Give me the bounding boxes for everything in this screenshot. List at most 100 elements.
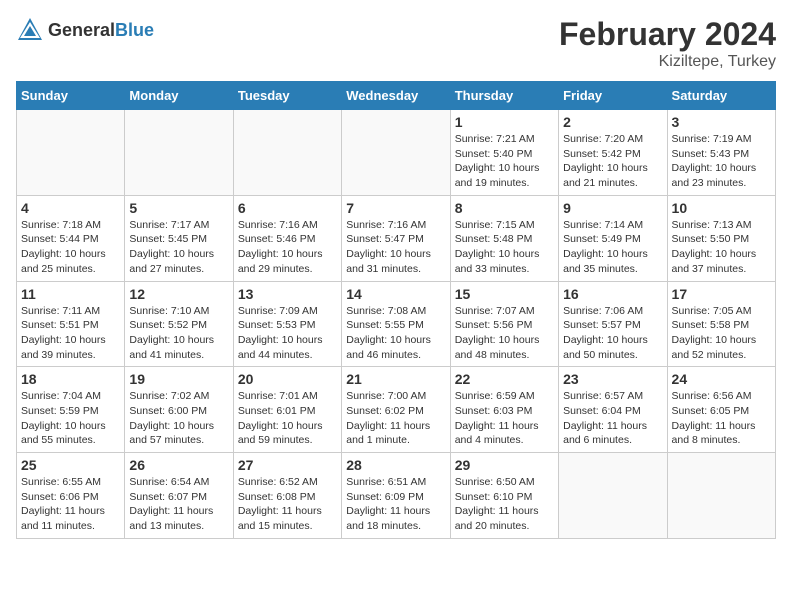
calendar-cell: 10 Sunrise: 7:13 AMSunset: 5:50 PMDayligh… [667, 195, 775, 281]
calendar-cell: 12 Sunrise: 7:10 AMSunset: 5:52 PMDayligh… [125, 281, 233, 367]
calendar-cell: 11 Sunrise: 7:11 AMSunset: 5:51 PMDayligh… [17, 281, 125, 367]
day-info: Sunrise: 6:56 AMSunset: 6:05 PMDaylight:… [672, 389, 771, 448]
day-number: 18 [21, 371, 120, 387]
calendar-cell: 21 Sunrise: 7:00 AMSunset: 6:02 PMDayligh… [342, 367, 450, 453]
day-number: 6 [238, 200, 337, 216]
calendar-cell: 20 Sunrise: 7:01 AMSunset: 6:01 PMDayligh… [233, 367, 341, 453]
calendar-cell: 24 Sunrise: 6:56 AMSunset: 6:05 PMDayligh… [667, 367, 775, 453]
main-title: February 2024 [559, 16, 776, 53]
day-number: 15 [455, 286, 554, 302]
calendar-cell [125, 110, 233, 196]
day-info: Sunrise: 7:01 AMSunset: 6:01 PMDaylight:… [238, 389, 337, 448]
day-info: Sunrise: 6:52 AMSunset: 6:08 PMDaylight:… [238, 475, 337, 534]
calendar-cell: 22Sunrise: 6:59 AMSunset: 6:03 PMDayligh… [450, 367, 558, 453]
day-number: 19 [129, 371, 228, 387]
weekday-header-saturday: Saturday [667, 82, 775, 110]
day-info: Sunrise: 6:59 AMSunset: 6:03 PMDaylight:… [455, 389, 554, 448]
weekday-header-monday: Monday [125, 82, 233, 110]
day-number: 7 [346, 200, 445, 216]
day-info: Sunrise: 7:09 AMSunset: 5:53 PMDaylight:… [238, 304, 337, 363]
logo-general: General [48, 20, 115, 40]
day-info: Sunrise: 7:10 AMSunset: 5:52 PMDaylight:… [129, 304, 228, 363]
calendar-cell: 14Sunrise: 7:08 AMSunset: 5:55 PMDayligh… [342, 281, 450, 367]
calendar-cell [233, 110, 341, 196]
day-info: Sunrise: 6:55 AMSunset: 6:06 PMDaylight:… [21, 475, 120, 534]
calendar-cell: 6 Sunrise: 7:16 AMSunset: 5:46 PMDaylight… [233, 195, 341, 281]
day-number: 17 [672, 286, 771, 302]
calendar-cell: 29 Sunrise: 6:50 AMSunset: 6:10 PMDayligh… [450, 453, 558, 539]
logo-blue: Blue [115, 20, 154, 40]
calendar-cell: 13 Sunrise: 7:09 AMSunset: 5:53 PMDayligh… [233, 281, 341, 367]
week-row-5: 25 Sunrise: 6:55 AMSunset: 6:06 PMDayligh… [17, 453, 776, 539]
day-number: 25 [21, 457, 120, 473]
day-info: Sunrise: 7:16 AMSunset: 5:46 PMDaylight:… [238, 218, 337, 277]
day-info: Sunrise: 7:00 AMSunset: 6:02 PMDaylight:… [346, 389, 445, 448]
day-number: 5 [129, 200, 228, 216]
day-number: 3 [672, 114, 771, 130]
day-info: Sunrise: 6:57 AMSunset: 6:04 PMDaylight:… [563, 389, 662, 448]
weekday-header-row: SundayMondayTuesdayWednesdayThursdayFrid… [17, 82, 776, 110]
day-info: Sunrise: 7:21 AMSunset: 5:40 PMDaylight:… [455, 132, 554, 191]
calendar-cell: 25 Sunrise: 6:55 AMSunset: 6:06 PMDayligh… [17, 453, 125, 539]
day-number: 2 [563, 114, 662, 130]
day-info: Sunrise: 7:16 AMSunset: 5:47 PMDaylight:… [346, 218, 445, 277]
calendar-cell: 9Sunrise: 7:14 AMSunset: 5:49 PMDaylight… [559, 195, 667, 281]
day-number: 10 [672, 200, 771, 216]
day-number: 28 [346, 457, 445, 473]
title-block: February 2024 Kiziltepe, Turkey [559, 16, 776, 71]
page-header: GeneralBlue February 2024 Kiziltepe, Tur… [16, 16, 776, 71]
day-number: 20 [238, 371, 337, 387]
day-info: Sunrise: 7:04 AMSunset: 5:59 PMDaylight:… [21, 389, 120, 448]
calendar-cell: 17Sunrise: 7:05 AMSunset: 5:58 PMDayligh… [667, 281, 775, 367]
day-number: 8 [455, 200, 554, 216]
day-info: Sunrise: 7:18 AMSunset: 5:44 PMDaylight:… [21, 218, 120, 277]
weekday-header-friday: Friday [559, 82, 667, 110]
day-number: 12 [129, 286, 228, 302]
calendar-cell [17, 110, 125, 196]
calendar-cell: 16Sunrise: 7:06 AMSunset: 5:57 PMDayligh… [559, 281, 667, 367]
calendar-cell [667, 453, 775, 539]
day-info: Sunrise: 7:11 AMSunset: 5:51 PMDaylight:… [21, 304, 120, 363]
day-info: Sunrise: 7:17 AMSunset: 5:45 PMDaylight:… [129, 218, 228, 277]
day-number: 9 [563, 200, 662, 216]
day-number: 11 [21, 286, 120, 302]
day-info: Sunrise: 6:50 AMSunset: 6:10 PMDaylight:… [455, 475, 554, 534]
calendar-cell: 5 Sunrise: 7:17 AMSunset: 5:45 PMDaylight… [125, 195, 233, 281]
week-row-3: 11 Sunrise: 7:11 AMSunset: 5:51 PMDayligh… [17, 281, 776, 367]
calendar-cell: 23 Sunrise: 6:57 AMSunset: 6:04 PMDayligh… [559, 367, 667, 453]
day-number: 16 [563, 286, 662, 302]
day-info: Sunrise: 7:13 AMSunset: 5:50 PMDaylight:… [672, 218, 771, 277]
calendar-cell [559, 453, 667, 539]
calendar-cell: 1 Sunrise: 7:21 AMSunset: 5:40 PMDaylight… [450, 110, 558, 196]
day-number: 23 [563, 371, 662, 387]
day-number: 4 [21, 200, 120, 216]
weekday-header-tuesday: Tuesday [233, 82, 341, 110]
week-row-2: 4 Sunrise: 7:18 AMSunset: 5:44 PMDaylight… [17, 195, 776, 281]
day-info: Sunrise: 7:07 AMSunset: 5:56 PMDaylight:… [455, 304, 554, 363]
logo: GeneralBlue [16, 16, 154, 44]
weekday-header-thursday: Thursday [450, 82, 558, 110]
day-number: 24 [672, 371, 771, 387]
week-row-1: 1 Sunrise: 7:21 AMSunset: 5:40 PMDaylight… [17, 110, 776, 196]
day-info: Sunrise: 6:51 AMSunset: 6:09 PMDaylight:… [346, 475, 445, 534]
logo-icon [16, 16, 44, 44]
day-info: Sunrise: 7:02 AMSunset: 6:00 PMDaylight:… [129, 389, 228, 448]
calendar-cell: 27 Sunrise: 6:52 AMSunset: 6:08 PMDayligh… [233, 453, 341, 539]
day-number: 21 [346, 371, 445, 387]
subtitle: Kiziltepe, Turkey [559, 53, 776, 71]
calendar-cell: 7 Sunrise: 7:16 AMSunset: 5:47 PMDaylight… [342, 195, 450, 281]
day-number: 1 [455, 114, 554, 130]
calendar-table: SundayMondayTuesdayWednesdayThursdayFrid… [16, 81, 776, 539]
day-number: 13 [238, 286, 337, 302]
calendar-cell: 26Sunrise: 6:54 AMSunset: 6:07 PMDayligh… [125, 453, 233, 539]
day-number: 14 [346, 286, 445, 302]
week-row-4: 18 Sunrise: 7:04 AMSunset: 5:59 PMDayligh… [17, 367, 776, 453]
calendar-cell: 19 Sunrise: 7:02 AMSunset: 6:00 PMDayligh… [125, 367, 233, 453]
calendar-cell: 2Sunrise: 7:20 AMSunset: 5:42 PMDaylight… [559, 110, 667, 196]
calendar-cell: 3 Sunrise: 7:19 AMSunset: 5:43 PMDaylight… [667, 110, 775, 196]
calendar-cell: 15 Sunrise: 7:07 AMSunset: 5:56 PMDayligh… [450, 281, 558, 367]
day-number: 29 [455, 457, 554, 473]
day-number: 27 [238, 457, 337, 473]
calendar-cell: 8Sunrise: 7:15 AMSunset: 5:48 PMDaylight… [450, 195, 558, 281]
day-info: Sunrise: 7:19 AMSunset: 5:43 PMDaylight:… [672, 132, 771, 191]
